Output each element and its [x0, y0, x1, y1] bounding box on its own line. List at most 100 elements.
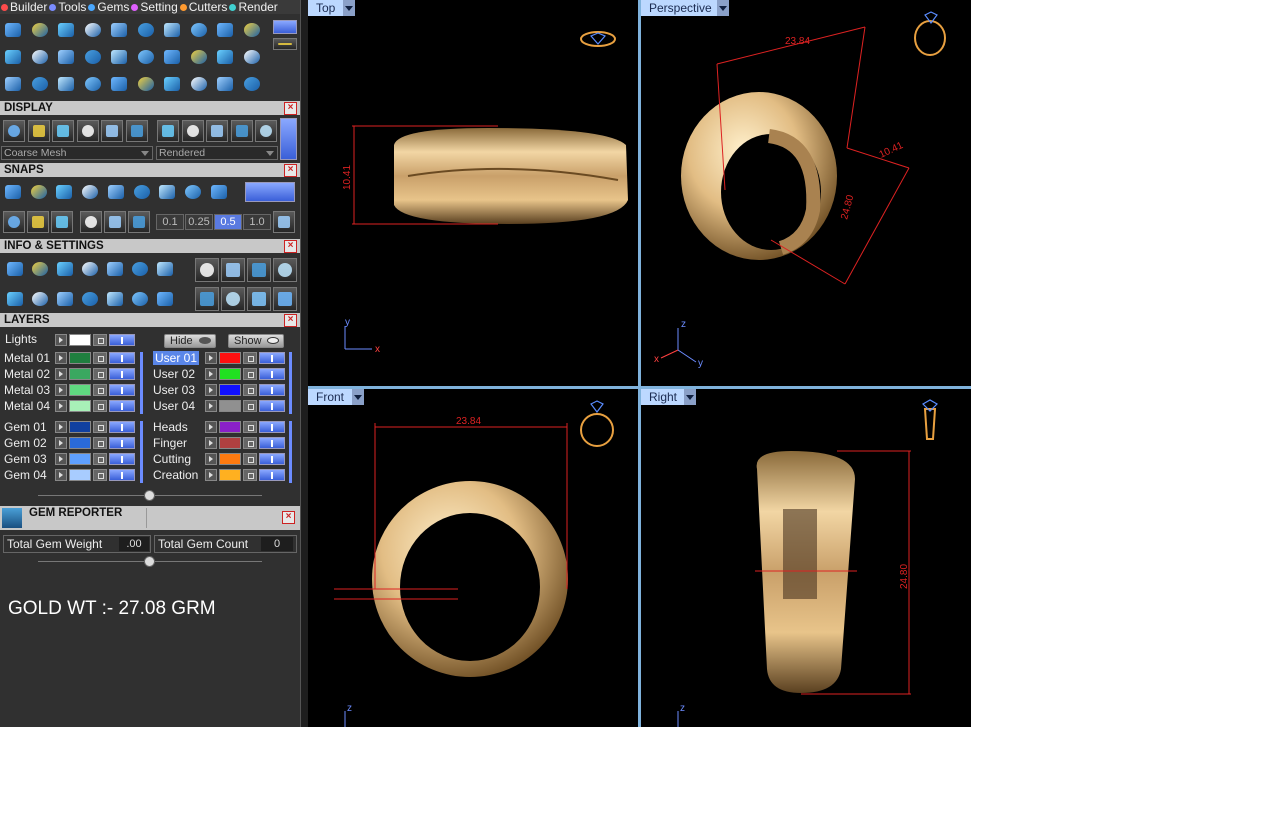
layer-controls[interactable] — [55, 368, 137, 382]
display-mode-icon[interactable] — [27, 120, 50, 142]
lock-icon[interactable] — [243, 352, 257, 364]
visibility-toggle[interactable] — [259, 368, 285, 380]
builder-tool-icon[interactable] — [188, 46, 210, 68]
lock-icon[interactable] — [93, 469, 107, 481]
hide-button[interactable]: Hide — [164, 334, 216, 348]
builder-tool-icon[interactable] — [55, 19, 77, 41]
grid-value-box[interactable]: 0.1 — [156, 214, 184, 230]
lock-icon[interactable] — [93, 400, 107, 412]
grid-tool-icon[interactable] — [3, 211, 25, 233]
grid-value-box[interactable]: 0.5 — [214, 214, 242, 230]
expand-arrow-icon[interactable] — [205, 384, 217, 396]
lock-icon[interactable] — [93, 421, 107, 433]
layer-color-swatch[interactable] — [69, 384, 91, 396]
info-tool-icon[interactable] — [247, 258, 271, 282]
viewport-top[interactable]: 10.41 y x Top — [308, 0, 638, 386]
visibility-toggle[interactable] — [259, 384, 285, 396]
snap-icon[interactable] — [156, 181, 178, 203]
grid-value-box[interactable]: 1.0 — [243, 214, 271, 230]
viewport-right[interactable]: 24.80 z Right — [641, 389, 971, 727]
lock-icon[interactable] — [243, 368, 257, 380]
close-icon[interactable]: × — [284, 240, 297, 253]
info-tool-icon[interactable] — [195, 258, 219, 282]
layer-controls[interactable] — [55, 400, 137, 414]
builder-tool-icon[interactable] — [108, 19, 130, 41]
layer-controls[interactable] — [205, 437, 287, 451]
layer-label[interactable]: Heads — [153, 420, 188, 434]
lock-icon[interactable] — [93, 352, 107, 364]
lock-icon[interactable] — [93, 437, 107, 449]
expand-arrow-icon[interactable] — [205, 469, 217, 481]
visibility-toggle[interactable] — [259, 421, 285, 433]
builder-tool-icon[interactable] — [135, 73, 157, 95]
display-mode-icon[interactable] — [52, 120, 74, 142]
builder-tool-icon[interactable] — [29, 46, 51, 68]
info-tool-icon[interactable] — [221, 258, 245, 282]
builder-tool-icon[interactable] — [82, 19, 104, 41]
snap-mode-button[interactable] — [245, 182, 295, 202]
layer-label[interactable]: User 04 — [153, 399, 195, 413]
layer-color-swatch[interactable] — [219, 352, 241, 364]
expand-arrow-icon[interactable] — [205, 437, 217, 449]
menu-item-tools[interactable]: Tools — [48, 0, 86, 14]
layer-label[interactable]: Metal 01 — [4, 351, 50, 365]
expand-arrow-icon[interactable] — [55, 421, 67, 433]
builder-tool-icon[interactable] — [82, 46, 104, 68]
layer-controls[interactable] — [205, 400, 287, 414]
info-tool-icon[interactable] — [104, 288, 126, 310]
visibility-toggle[interactable] — [259, 400, 285, 412]
grid-tool-icon[interactable] — [80, 211, 102, 233]
layer-color-swatch[interactable] — [69, 334, 91, 346]
layer-controls[interactable] — [55, 469, 137, 483]
expand-arrow-icon[interactable] — [55, 384, 67, 396]
expand-arrow-icon[interactable] — [205, 368, 217, 380]
expand-arrow-icon[interactable] — [205, 352, 217, 364]
layer-controls[interactable] — [205, 469, 287, 483]
shading-icon[interactable] — [230, 120, 253, 142]
toggle-button[interactable] — [273, 20, 297, 34]
lock-icon[interactable] — [243, 400, 257, 412]
layer-label[interactable]: Finger — [153, 436, 187, 450]
snap-icon[interactable] — [79, 181, 101, 203]
layer-label[interactable]: User 02 — [153, 367, 195, 381]
tab-right[interactable]: Right — [641, 389, 686, 405]
layer-controls[interactable] — [55, 352, 137, 366]
collapse-handle[interactable] — [144, 490, 155, 501]
visibility-toggle[interactable] — [109, 352, 135, 364]
layer-label[interactable]: User 03 — [153, 383, 195, 397]
info-tool-icon[interactable] — [129, 288, 151, 310]
snap-icon[interactable] — [208, 181, 230, 203]
info-tool-icon[interactable] — [273, 258, 297, 282]
layer-label[interactable]: Gem 03 — [4, 452, 47, 466]
expand-arrow-icon[interactable] — [55, 453, 67, 465]
render-select[interactable]: Rendered — [156, 146, 278, 160]
layer-label[interactable]: Creation — [153, 468, 198, 482]
info-tool-icon[interactable] — [247, 287, 271, 311]
info-tool-icon[interactable] — [221, 287, 245, 311]
info-tool-icon[interactable] — [104, 258, 126, 280]
info-tool-icon[interactable] — [4, 258, 26, 280]
layer-color-swatch[interactable] — [219, 368, 241, 380]
lock-icon[interactable] — [243, 437, 257, 449]
layer-controls[interactable] — [205, 352, 287, 366]
display-mode-icon[interactable] — [76, 120, 99, 142]
close-icon[interactable]: × — [284, 314, 297, 327]
expand-arrow-icon[interactable] — [55, 437, 67, 449]
snap-icon[interactable] — [28, 181, 50, 203]
visibility-toggle[interactable] — [259, 352, 285, 364]
visibility-toggle[interactable] — [109, 469, 135, 481]
layer-label[interactable]: Gem 01 — [4, 420, 47, 434]
layer-label[interactable]: User 01 — [153, 351, 200, 365]
expand-arrow-icon[interactable] — [55, 469, 67, 481]
snap-icon[interactable] — [2, 181, 24, 203]
layer-controls[interactable] — [205, 368, 287, 382]
layer-controls[interactable] — [205, 421, 287, 435]
builder-tool-icon[interactable] — [214, 73, 236, 95]
lock-icon[interactable] — [243, 469, 257, 481]
builder-tool-icon[interactable] — [135, 46, 157, 68]
expand-arrow-icon[interactable] — [205, 400, 217, 412]
shading-icon[interactable] — [255, 120, 277, 142]
visibility-toggle[interactable] — [109, 400, 135, 412]
layer-label[interactable]: Gem 02 — [4, 436, 47, 450]
close-icon[interactable]: × — [284, 164, 297, 177]
